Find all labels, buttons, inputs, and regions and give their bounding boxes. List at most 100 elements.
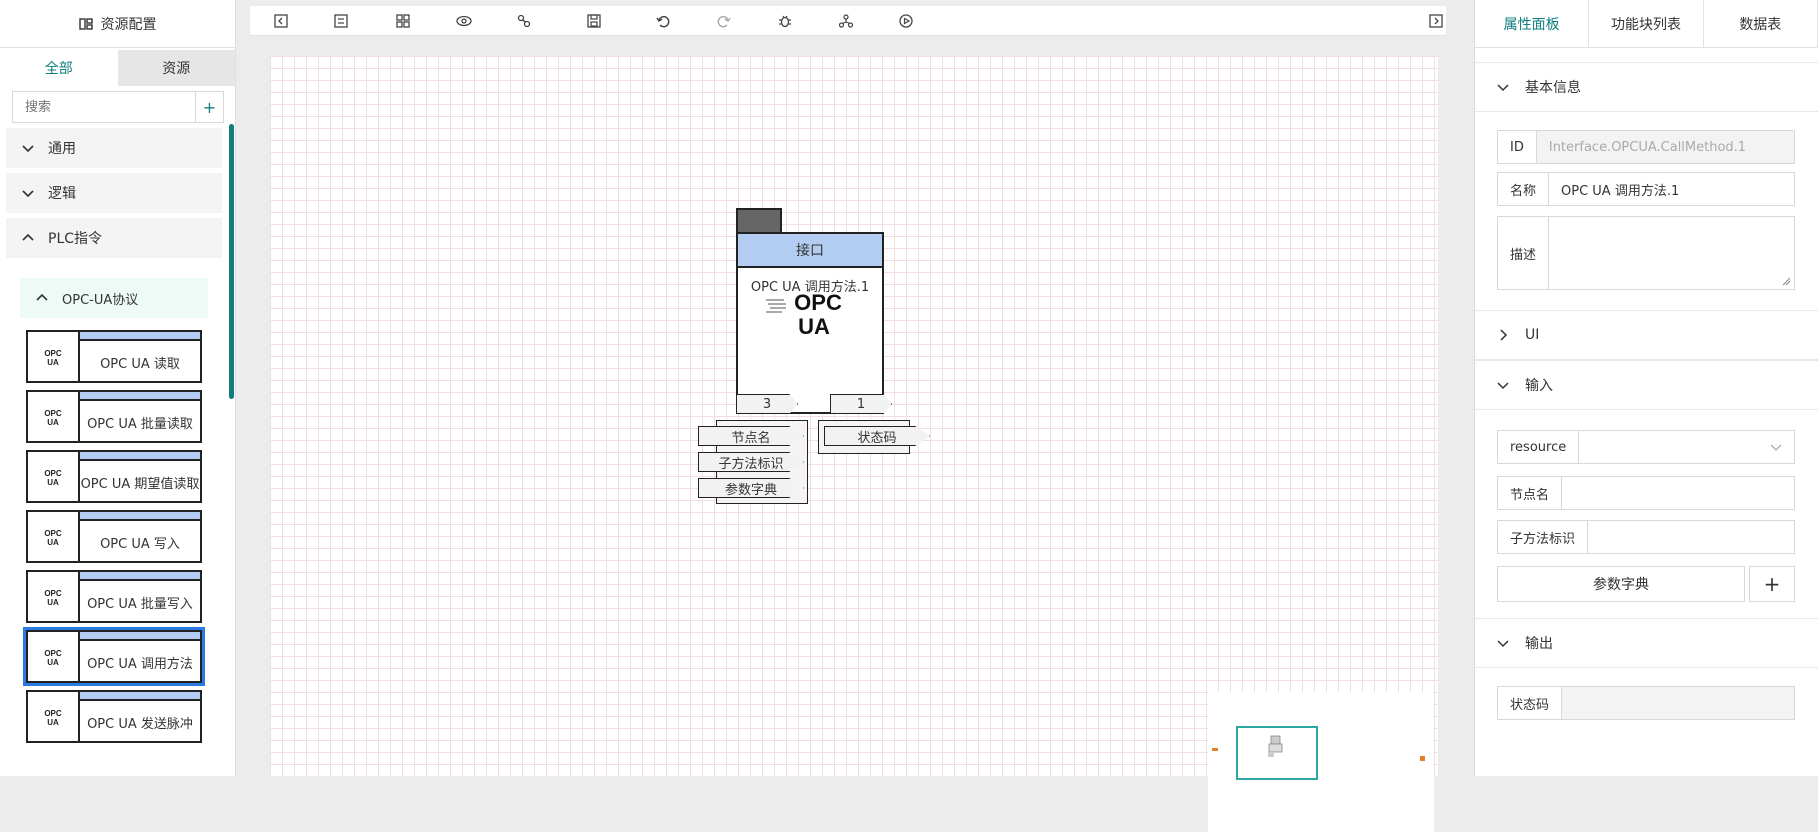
minimap[interactable]	[1208, 692, 1434, 832]
section-output[interactable]: 输出	[1475, 618, 1818, 668]
svg-text:UA: UA	[47, 658, 59, 667]
resource-scrollbar[interactable]	[229, 124, 234, 399]
svg-text:UA: UA	[798, 314, 830, 339]
resource-select[interactable]: resource	[1497, 430, 1795, 464]
category-label: 逻辑	[48, 186, 76, 202]
search-input[interactable]	[13, 92, 195, 122]
section-basic-info[interactable]: 基本信息	[1475, 62, 1818, 112]
name-field[interactable]: 名称 OPC UA 调用方法.1	[1497, 172, 1795, 206]
chevron-up-icon	[36, 293, 48, 301]
block-opcua-send-pulse[interactable]: OPC UA OPC UA 发送脉冲	[26, 690, 202, 743]
opcua-logo-icon: OPC UA	[28, 632, 80, 681]
tab-data-table[interactable]: 数据表	[1704, 0, 1818, 47]
layout-grid-icon[interactable]	[395, 13, 411, 29]
output-port-status[interactable]: 状态码	[824, 426, 930, 446]
id-label: ID	[1498, 131, 1537, 163]
redo-icon[interactable]	[716, 13, 732, 29]
block-topbar	[80, 632, 200, 641]
flow-canvas[interactable]: 接口 OPC UA 调用方法.1 OPC UA 3 1 节点名 子方法标识 参数…	[270, 56, 1438, 832]
collapse-right-icon[interactable]	[1428, 13, 1444, 29]
resize-handle-icon[interactable]	[1781, 276, 1791, 286]
tab-function-blocks[interactable]: 功能块列表	[1589, 0, 1704, 47]
input-count-port[interactable]: 3	[736, 394, 798, 414]
settings-sliders-icon[interactable]	[333, 13, 349, 29]
params-dict-button[interactable]: 参数字典	[1497, 566, 1745, 602]
opcua-logo-icon: OPC UA	[28, 692, 80, 741]
input-port-submethod[interactable]: 子方法标识	[698, 452, 804, 472]
tab-resource[interactable]: 资源	[117, 50, 235, 86]
add-resource-button[interactable]: +	[195, 92, 223, 122]
category-logic[interactable]: 逻辑	[6, 173, 222, 213]
block-opcua-write[interactable]: OPC UA OPC UA 写入	[26, 510, 202, 563]
collapse-left-icon[interactable]	[273, 13, 289, 29]
resource-config-header: 资源配置	[0, 0, 235, 48]
section-input[interactable]: 输入	[1475, 360, 1818, 410]
submethod-label: 子方法标识	[1498, 521, 1589, 553]
input-port-node-name[interactable]: 节点名	[698, 426, 804, 446]
svg-text:UA: UA	[47, 598, 59, 607]
params-row: 参数字典 +	[1497, 566, 1795, 602]
run-play-icon[interactable]	[898, 13, 914, 29]
opcua-logo-icon: OPC UA	[764, 290, 856, 344]
svg-text:UA: UA	[47, 418, 59, 427]
minimap-marker-icon	[1212, 748, 1218, 751]
block-name: OPC UA 发送脉冲	[87, 716, 193, 732]
node-name-field[interactable]: 节点名	[1497, 476, 1795, 510]
input-port-params[interactable]: 参数字典	[698, 478, 804, 498]
block-name: OPC UA 期望值读取	[80, 476, 200, 492]
save-icon[interactable]	[586, 13, 602, 29]
id-field: ID Interface.OPCUA.CallMethod.1	[1497, 130, 1795, 164]
block-name: OPC UA 批量读取	[87, 416, 193, 432]
svg-text:UA: UA	[47, 478, 59, 487]
block-opcua-call-method[interactable]: OPC UA OPC UA 调用方法	[23, 627, 205, 686]
submethod-field[interactable]: 子方法标识	[1497, 520, 1795, 554]
search-box: +	[12, 91, 224, 123]
node-name-input[interactable]	[1562, 477, 1794, 509]
connect-nodes-icon[interactable]	[516, 13, 532, 29]
resource-config-icon	[78, 17, 93, 30]
block-topbar	[80, 512, 200, 521]
block-topbar	[80, 332, 200, 341]
debug-bug-icon[interactable]	[777, 13, 793, 29]
undo-icon[interactable]	[655, 13, 671, 29]
block-opcua-batch-write[interactable]: OPC UA OPC UA 批量写入	[26, 570, 202, 623]
category-plc[interactable]: PLC指令	[6, 218, 222, 258]
block-opcua-read[interactable]: OPC UA OPC UA 读取	[26, 330, 202, 383]
submethod-input[interactable]	[1588, 521, 1794, 553]
add-param-button[interactable]: +	[1749, 566, 1795, 602]
section-label: 输入	[1525, 378, 1553, 394]
right-tabs: 属性面板 功能块列表 数据表	[1475, 0, 1818, 48]
svg-text:OPC: OPC	[44, 709, 62, 718]
block-list: OPC UA OPC UA 读取 OPC UA OPC UA 批量读取 OPC UA …	[23, 330, 205, 750]
output-count-port[interactable]: 1	[830, 394, 892, 414]
subcategory-opcua[interactable]: OPC-UA协议	[20, 278, 208, 318]
block-opcua-batch-read[interactable]: OPC UA OPC UA 批量读取	[26, 390, 202, 443]
section-label: UI	[1525, 327, 1540, 343]
block-topbar	[80, 452, 200, 461]
network-tree-icon[interactable]	[838, 13, 854, 29]
chevron-down-icon	[1770, 444, 1782, 451]
description-label: 描述	[1498, 217, 1550, 289]
chevron-down-icon	[1497, 640, 1509, 648]
tab-properties[interactable]: 属性面板	[1475, 0, 1590, 47]
svg-text:UA: UA	[47, 718, 59, 727]
resource-tabs: 全部 资源	[0, 50, 235, 86]
block-opcua-expected-read[interactable]: OPC UA OPC UA 期望值读取	[26, 450, 202, 503]
tab-all[interactable]: 全部	[0, 50, 118, 86]
resource-dropdown[interactable]	[1579, 431, 1794, 463]
svg-text:UA: UA	[47, 538, 59, 547]
svg-text:OPC: OPC	[44, 469, 62, 478]
block-name: OPC UA 批量写入	[87, 596, 193, 612]
opcua-logo-icon: OPC UA	[28, 392, 80, 441]
block-name: OPC UA 读取	[100, 356, 180, 372]
preview-eye-icon[interactable]	[456, 13, 472, 29]
name-input[interactable]: OPC UA 调用方法.1	[1549, 173, 1794, 205]
node-handle[interactable]	[736, 208, 782, 234]
opcua-logo-icon: OPC UA	[28, 512, 80, 561]
editor-area: 接口 OPC UA 调用方法.1 OPC UA 3 1 节点名 子方法标识 参数…	[250, 0, 1446, 832]
category-general[interactable]: 通用	[6, 128, 222, 168]
chevron-up-icon	[22, 233, 34, 241]
description-textarea[interactable]	[1549, 217, 1794, 289]
description-field[interactable]: 描述	[1497, 216, 1795, 290]
section-ui[interactable]: UI	[1475, 310, 1818, 360]
